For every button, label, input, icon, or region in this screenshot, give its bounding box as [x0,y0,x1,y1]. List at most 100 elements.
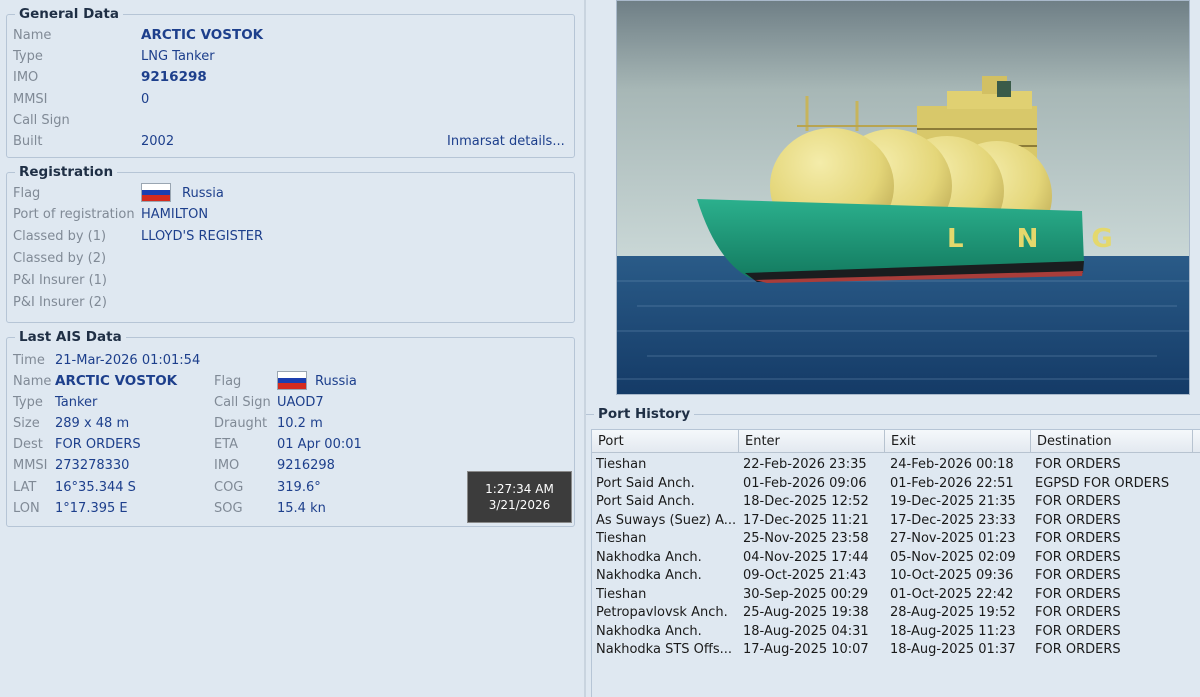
pi-insurer-1-label: P&I Insurer (1) [13,273,107,288]
cell-destination: FOR ORDERS [1035,586,1121,602]
ais-draught-value: 10.2 m [277,416,323,431]
ais-eta-label: ETA [214,437,239,452]
cell-enter: 25-Nov-2025 23:58 [743,531,869,546]
column-header-destination[interactable]: Destination [1031,430,1193,453]
ais-name-value: ARCTIC VOSTOK [55,373,178,389]
ais-lon-value: 1°17.395 E [55,501,128,516]
table-row[interactable]: Nakhodka Anch. 18-Aug-2025 04:31 18-Aug-20… [592,623,1200,642]
cell-enter: 18-Aug-2025 04:31 [743,623,869,639]
table-row[interactable]: Nakhodka Anch. 09-Oct-2025 21:43 10-Oct-20… [592,567,1200,586]
ais-type-value: Tanker [55,395,98,410]
cell-port: Port Said Anch. [596,475,695,491]
ais-time-label: Time [13,353,45,368]
cell-destination: FOR ORDERS [1035,457,1121,472]
cell-exit: 01-Oct-2025 22:42 [890,586,1014,602]
vessel-name: ARCTIC VOSTOK [141,27,264,43]
general-data-title: General Data [15,6,123,22]
flag-label: Flag [13,186,41,201]
cell-port: Nakhodka Anch. [596,623,702,639]
cell-destination: FOR ORDERS [1035,549,1121,565]
ais-time-value: 21-Mar-2026 01:01:54 [55,353,201,368]
timestamp-tooltip: 1:27:34 AM 3/21/2026 [467,471,572,523]
classed-by-1-label: Classed by (1) [13,229,107,244]
inmarsat-details-link[interactable]: Inmarsat details... [447,133,565,150]
ais-cog-label: COG [214,480,244,495]
cell-exit: 19-Dec-2025 21:35 [890,494,1016,509]
ais-eta-value: 01 Apr 00:01 [277,437,362,452]
ais-sog-value: 15.4 kn [277,501,326,516]
cell-destination: FOR ORDERS [1035,531,1121,546]
vessel-type: LNG Tanker [141,49,215,64]
cell-enter: 22-Feb-2026 23:35 [743,457,867,472]
cell-destination: FOR ORDERS [1035,494,1121,509]
cell-exit: 01-Feb-2026 22:51 [890,475,1014,491]
table-row[interactable]: Tieshan 22-Feb-2026 23:35 24-Feb-2026 00:1… [592,456,1200,475]
built-label: Built [13,134,43,149]
panel-splitter[interactable] [584,0,586,697]
ais-lat-label: LAT [13,480,37,495]
cell-exit: 05-Nov-2025 02:09 [890,549,1016,565]
table-row[interactable]: Nakhodka Anch. 04-Nov-2025 17:44 05-Nov-20… [592,549,1200,568]
tooltip-time: 1:27:34 AM [485,482,554,496]
cell-exit: 24-Feb-2026 00:18 [890,457,1014,472]
cell-enter: 18-Dec-2025 12:52 [743,494,869,509]
cell-exit: 10-Oct-2025 09:36 [890,568,1014,583]
column-header-exit[interactable]: Exit [885,430,1031,453]
cell-destination: FOR ORDERS [1035,512,1121,528]
cell-enter: 30-Sep-2025 00:29 [743,586,869,602]
column-header-port[interactable]: Port [592,430,739,453]
classed-by-2-label: Classed by (2) [13,251,107,266]
lng-tanker-image: L N G [617,1,1189,394]
cell-destination: FOR ORDERS [1035,605,1121,620]
column-header-enter[interactable]: Enter [739,430,885,453]
flag-stripe [142,195,170,202]
built-value: 2002 [141,134,175,149]
flag-value: Russia [182,186,224,201]
hull-lng-text: L N G [947,224,1135,254]
cell-exit: 18-Aug-2025 01:37 [890,642,1016,657]
cell-enter: 04-Nov-2025 17:44 [743,549,869,565]
table-row[interactable]: Tieshan 30-Sep-2025 00:29 01-Oct-2025 22:4… [592,586,1200,605]
cell-port: Tieshan [596,531,647,546]
cell-port: Tieshan [596,457,647,472]
mmsi-value: 0 [141,92,150,107]
ais-flag-label: Flag [214,374,242,389]
ais-mmsi-label: MMSI [13,458,48,473]
port-history-grid[interactable]: Port Enter Exit Destination Tieshan 22-Fe… [591,429,1200,697]
pi-insurer-2-label: P&I Insurer (2) [13,295,107,310]
registration-title: Registration [15,164,118,180]
callsign-label: Call Sign [13,113,70,128]
cell-port: Tieshan [596,586,647,602]
table-row[interactable]: Port Said Anch. 18-Dec-2025 12:52 19-Dec-2… [592,493,1200,512]
imo-value: 9216298 [141,69,207,85]
ais-lat-value: 16°35.344 S [55,480,136,495]
ais-imo-label: IMO [214,458,240,473]
port-of-registration-label: Port of registration [13,207,135,222]
cell-port: Nakhodka Anch. [596,568,702,583]
table-row[interactable]: Nakhodka STS Offs... 17-Aug-2025 10:07 18-… [592,641,1200,660]
cell-destination: FOR ORDERS [1035,623,1121,639]
cell-enter: 09-Oct-2025 21:43 [743,568,867,583]
cell-destination: EGPSD FOR ORDERS [1035,475,1170,491]
classed-by-1-value: LLOYD'S REGISTER [141,229,264,244]
table-row[interactable]: As Suways (Suez) A... 17-Dec-2025 11:21 17… [592,512,1200,531]
cell-enter: 17-Dec-2025 11:21 [743,512,869,528]
type-label: Type [13,49,43,64]
tooltip-date: 3/21/2026 [488,498,551,512]
table-row[interactable]: Tieshan 25-Nov-2025 23:58 27-Nov-2025 01:2… [592,530,1200,549]
cell-enter: 17-Aug-2025 10:07 [743,642,869,657]
ais-lon-label: LON [13,501,40,516]
cell-enter: 01-Feb-2026 09:06 [743,475,867,491]
ais-type-label: Type [13,395,43,410]
table-row[interactable]: Port Said Anch. 01-Feb-2026 09:06 01-Feb-2… [592,475,1200,494]
cell-exit: 28-Aug-2025 19:52 [890,605,1016,620]
ais-imo-value: 9216298 [277,458,335,473]
cell-port: Nakhodka Anch. [596,549,702,565]
cell-exit: 18-Aug-2025 11:23 [890,623,1016,639]
mmsi-label: MMSI [13,92,48,107]
last-ais-data-title: Last AIS Data [15,329,126,345]
table-row[interactable]: Petropavlovsk Anch. 25-Aug-2025 19:38 28-A… [592,604,1200,623]
ais-size-label: Size [13,416,40,431]
cell-destination: FOR ORDERS [1035,642,1121,657]
port-of-registration-value: HAMILTON [141,207,209,222]
